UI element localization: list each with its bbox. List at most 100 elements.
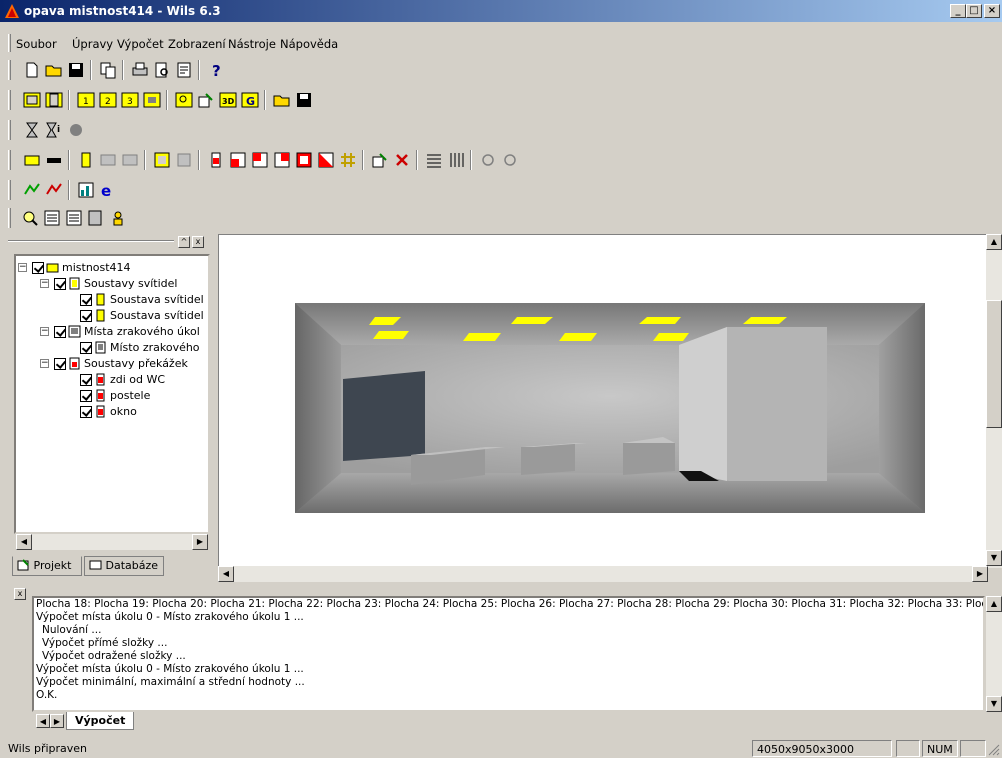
open-folder-icon[interactable] bbox=[272, 90, 292, 110]
delete-icon[interactable] bbox=[392, 150, 412, 170]
tab-scroll-right-icon[interactable]: ▶ bbox=[50, 714, 64, 728]
copy-icon[interactable] bbox=[98, 60, 118, 80]
rotate-icon[interactable] bbox=[478, 150, 498, 170]
scroll-thumb[interactable] bbox=[986, 300, 1002, 428]
task-area-icon[interactable] bbox=[152, 150, 172, 170]
hourglass-icon[interactable] bbox=[22, 120, 42, 140]
wall-icon[interactable] bbox=[44, 150, 64, 170]
align-vertical-icon[interactable] bbox=[446, 150, 466, 170]
tab-project[interactable]: Projekt bbox=[12, 556, 82, 576]
open-folder-icon[interactable] bbox=[44, 60, 64, 80]
luminaire-array-icon[interactable] bbox=[120, 150, 140, 170]
close-button[interactable]: × bbox=[984, 4, 1000, 18]
grid-icon[interactable] bbox=[338, 150, 358, 170]
hourglass-info-icon[interactable]: i bbox=[44, 120, 64, 140]
menu-tools[interactable]: Nástroje bbox=[228, 37, 276, 51]
resize-grip-icon[interactable] bbox=[988, 744, 1000, 756]
rotate2-icon[interactable] bbox=[500, 150, 520, 170]
luminaire-icon[interactable] bbox=[76, 150, 96, 170]
tab-database[interactable]: Databáze bbox=[84, 556, 164, 576]
view-3-icon[interactable]: 3 bbox=[120, 90, 140, 110]
properties-icon[interactable] bbox=[370, 150, 390, 170]
view-3d-icon[interactable]: 3D bbox=[218, 90, 238, 110]
minimize-button[interactable]: _ bbox=[950, 4, 966, 18]
scroll-left-icon[interactable]: ◀ bbox=[16, 534, 32, 550]
log-close-button[interactable]: x bbox=[14, 588, 26, 602]
menu-edit[interactable]: Úpravy bbox=[72, 37, 113, 51]
export-icon[interactable] bbox=[22, 180, 42, 200]
graph-icon[interactable]: G bbox=[240, 90, 260, 110]
tree-checkbox[interactable] bbox=[80, 294, 92, 306]
tab-calculation[interactable]: Výpočet bbox=[66, 712, 135, 730]
log-line: Výpočet odražené složky ... bbox=[42, 650, 186, 662]
obstacle-box2-icon[interactable] bbox=[250, 150, 270, 170]
scroll-right-icon[interactable]: ▶ bbox=[192, 534, 208, 550]
scroll-down-icon[interactable]: ▼ bbox=[986, 696, 1002, 712]
view-2-icon[interactable]: 2 bbox=[98, 90, 118, 110]
collapse-icon[interactable]: − bbox=[18, 263, 27, 272]
align-horizontal-icon[interactable] bbox=[424, 150, 444, 170]
tree-horizontal-scrollbar[interactable]: ◀ ▶ bbox=[16, 534, 208, 550]
scroll-up-icon[interactable]: ▲ bbox=[986, 596, 1002, 612]
import-icon[interactable] bbox=[44, 180, 64, 200]
tree-checkbox[interactable] bbox=[80, 342, 92, 354]
tab-scroll-left-icon[interactable]: ◀ bbox=[36, 714, 50, 728]
luminaire-grid-icon[interactable] bbox=[98, 150, 118, 170]
collapse-icon[interactable]: − bbox=[40, 327, 49, 336]
obstacle-icon[interactable] bbox=[206, 150, 226, 170]
obstacle-box-icon[interactable] bbox=[228, 150, 248, 170]
menu-help[interactable]: Nápověda bbox=[280, 37, 338, 51]
tree-checkbox[interactable] bbox=[54, 326, 66, 338]
page-setup-icon[interactable] bbox=[174, 60, 194, 80]
panel-close-button[interactable]: x bbox=[192, 236, 204, 248]
collapse-icon[interactable]: − bbox=[40, 359, 49, 368]
panel-restore-button[interactable]: ^ bbox=[178, 236, 190, 248]
close-icon[interactable]: x bbox=[14, 588, 26, 600]
view-4-icon[interactable] bbox=[142, 90, 162, 110]
print-icon[interactable] bbox=[130, 60, 150, 80]
tree-checkbox[interactable] bbox=[80, 310, 92, 322]
properties-icon[interactable] bbox=[196, 90, 216, 110]
document-list-icon[interactable] bbox=[64, 208, 84, 228]
tree-checkbox[interactable] bbox=[80, 374, 92, 386]
scroll-left-icon[interactable]: ◀ bbox=[218, 566, 234, 582]
scroll-right-icon[interactable]: ▶ bbox=[972, 566, 988, 582]
view-frame-icon[interactable] bbox=[22, 90, 42, 110]
log-vertical-scrollbar[interactable]: ▲ ▼ bbox=[986, 596, 1002, 712]
help-icon[interactable]: ? bbox=[206, 60, 226, 80]
tree-checkbox[interactable] bbox=[54, 358, 66, 370]
menu-file[interactable]: Soubor bbox=[16, 37, 57, 51]
new-file-icon[interactable] bbox=[22, 60, 42, 80]
menu-view[interactable]: Zobrazení bbox=[168, 37, 226, 51]
obstacle-box4-icon[interactable] bbox=[294, 150, 314, 170]
scroll-down-icon[interactable]: ▼ bbox=[986, 550, 1002, 566]
obstacle-wedge-icon[interactable] bbox=[316, 150, 336, 170]
collapse-icon[interactable]: − bbox=[40, 279, 49, 288]
3d-viewport[interactable] bbox=[218, 234, 988, 568]
search-icon[interactable] bbox=[20, 208, 40, 228]
excel-icon[interactable]: e bbox=[98, 180, 118, 200]
tree-checkbox[interactable] bbox=[80, 406, 92, 418]
viewport-vertical-scrollbar[interactable]: ▲ ▼ bbox=[986, 234, 1002, 568]
zoom-view-icon[interactable] bbox=[174, 90, 194, 110]
scroll-up-icon[interactable]: ▲ bbox=[986, 234, 1002, 250]
maximize-button[interactable]: □ bbox=[966, 4, 982, 18]
task-area-gray-icon[interactable] bbox=[174, 150, 194, 170]
save-icon[interactable] bbox=[66, 60, 86, 80]
user-icon[interactable] bbox=[108, 208, 128, 228]
tree-checkbox[interactable] bbox=[80, 390, 92, 402]
viewport-horizontal-scrollbar[interactable]: ◀ ▶ bbox=[218, 566, 988, 582]
chart-icon[interactable] bbox=[76, 180, 96, 200]
stop-icon[interactable] bbox=[66, 120, 86, 140]
print-preview-icon[interactable] bbox=[152, 60, 172, 80]
list-icon[interactable] bbox=[42, 208, 62, 228]
view-1-icon[interactable]: 1 bbox=[76, 90, 96, 110]
obstacle-box3-icon[interactable] bbox=[272, 150, 292, 170]
view-frame2-icon[interactable] bbox=[44, 90, 64, 110]
save-icon[interactable] bbox=[294, 90, 314, 110]
catalog-icon[interactable] bbox=[86, 208, 106, 228]
room-icon[interactable] bbox=[22, 150, 42, 170]
tree-checkbox[interactable] bbox=[54, 278, 66, 290]
menu-calculation[interactable]: Výpočet bbox=[117, 37, 164, 51]
tree-checkbox[interactable] bbox=[32, 262, 44, 274]
